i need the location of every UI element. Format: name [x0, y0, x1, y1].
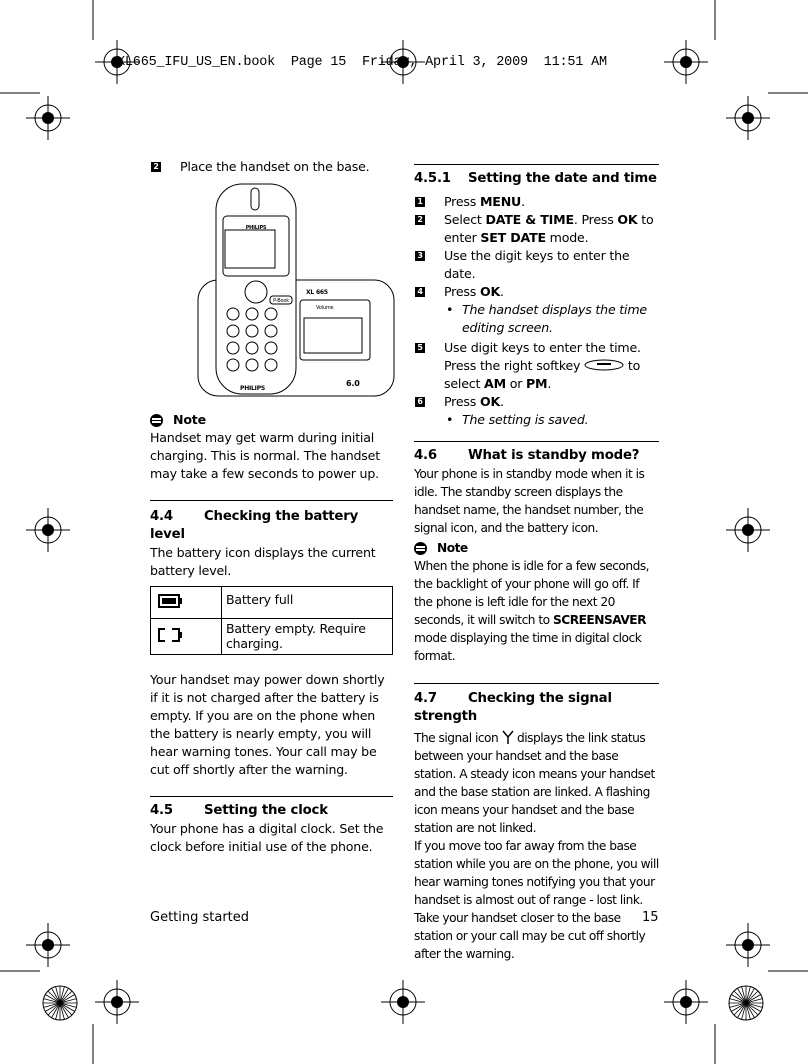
section-4-4: 4.4 Checking the battery level The batter… — [150, 500, 393, 779]
note-heading: Note — [150, 411, 393, 429]
note-title: Note — [173, 412, 206, 427]
section-heading: 4.7 Checking the signal strength — [414, 691, 612, 724]
print-stamp: XL665_IFU_US_EN.book Page 15 Friday, Apr… — [117, 55, 607, 70]
step-text: Place the handset on the base. — [180, 159, 370, 174]
step-5: 5 Use digit keys to enter the time. Press … — [414, 339, 659, 393]
table-row: Battery full — [150, 586, 393, 619]
battery-desc: Battery empty. Require charging. — [221, 618, 393, 655]
section-intro: The battery icon displays the current ba… — [150, 545, 376, 578]
section-heading: 4.5 Setting the clock — [150, 803, 328, 818]
volume-label: Volume — [316, 305, 334, 311]
signal-icon — [502, 730, 514, 744]
battery-table: Battery full Battery empty. Require char… — [150, 586, 393, 655]
section-paragraph: Your phone is in standby mode when it is… — [414, 467, 645, 535]
brand-label-base: PHILIPS — [240, 385, 265, 392]
section-4-7: 4.7 Checking the signal strength The sign… — [414, 683, 659, 963]
model-label: XL 665 — [306, 289, 328, 296]
note-icon — [150, 413, 163, 427]
step-6-result: The setting is saved. — [414, 411, 659, 429]
section-paragraph: Your handset may power down shortly if i… — [150, 672, 385, 777]
step-4-result: The handset displays the time editing sc… — [414, 301, 659, 337]
section-4-5: 4.5 Setting the clock Your phone has a di… — [150, 796, 393, 856]
step-1: 1 Press MENU. — [414, 193, 659, 211]
right-column: 4.5.1 Setting the date and time 1 Press ME… — [414, 164, 659, 963]
left-column: 2 Place the handset on the base. PHILIPS … — [150, 158, 395, 856]
section-paragraph: Your phone has a digital clock. Set the … — [150, 821, 384, 854]
crop-marks — [0, 0, 808, 1064]
note-icon — [414, 541, 427, 555]
note-text: When the phone is idle for a few seconds… — [414, 559, 650, 663]
battery-empty-icon — [158, 628, 182, 642]
note-heading: Note — [414, 539, 659, 557]
section-paragraph: The signal icon displays the link status… — [414, 730, 655, 835]
battery-desc: Battery full — [221, 586, 393, 619]
footer-section: Getting started — [150, 910, 250, 925]
note-text: Handset may get warm during initial char… — [150, 430, 380, 481]
phonebook-key-label: P-Book — [273, 298, 289, 304]
section-paragraph: If you move too far away from the base s… — [414, 839, 659, 961]
handset-base-illustration: PHILIPS PHILIPS XL 665 Volume P-Book 6.0 — [197, 183, 395, 397]
dect-label: 6.0 — [346, 379, 360, 388]
table-row: Battery empty. Require charging. — [150, 618, 393, 655]
note-title: Note — [437, 541, 468, 555]
step-3: 3 Use the digit keys to enter the date. — [414, 247, 659, 283]
step-number: 2 — [151, 162, 161, 172]
step-place-handset: 2 Place the handset on the base. — [150, 158, 393, 176]
right-softkey-icon — [584, 359, 624, 371]
step-2: 2 Select DATE & TIME. Press OK to enter SE… — [414, 211, 659, 247]
step-4: 4 Press OK. — [414, 283, 659, 301]
battery-full-icon — [158, 594, 182, 608]
brand-label: PHILIPS — [246, 225, 267, 231]
section-heading: 4.6 What is standby mode? — [414, 448, 640, 463]
section-4-6: 4.6 What is standby mode? Your phone is i… — [414, 441, 659, 665]
step-6: 6 Press OK. — [414, 393, 659, 411]
page-number: 15 — [642, 910, 659, 925]
manual-page: XL665_IFU_US_EN.book Page 15 Friday, Apr… — [0, 0, 808, 1064]
section-4-5-1: 4.5.1 Setting the date and time 1 Press ME… — [414, 164, 659, 429]
section-heading: 4.5.1 Setting the date and time — [414, 171, 657, 186]
section-heading: 4.4 Checking the battery level — [150, 509, 359, 542]
